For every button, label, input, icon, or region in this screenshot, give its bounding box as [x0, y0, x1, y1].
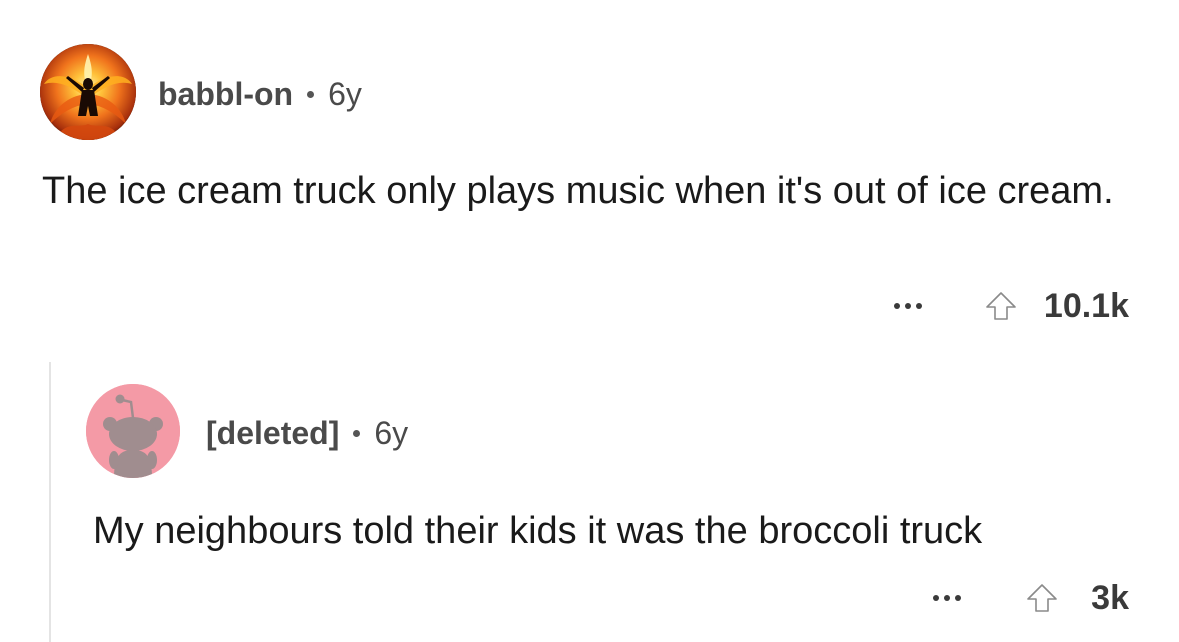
reply-age: 6y [374, 414, 409, 451]
upvote-arrow-icon[interactable] [1025, 581, 1059, 615]
comment-header: babbl-on 6y [158, 72, 362, 116]
more-options-icon[interactable] [890, 299, 926, 313]
reply-body: My neighbours told their kids it was the… [93, 510, 983, 552]
username[interactable]: babbl-on [158, 76, 293, 113]
phoenix-avatar-icon [40, 44, 136, 140]
comment-age: 6y [328, 75, 362, 112]
comment: babbl-on 6y The ice cream truck only pla… [0, 0, 1179, 350]
reply-vote-score: 3k [1091, 578, 1129, 617]
upvote-arrow-icon[interactable] [984, 289, 1018, 323]
comment-actions: 10.1k [890, 284, 1129, 328]
separator-dot [353, 429, 361, 437]
user-avatar[interactable] [40, 44, 136, 140]
vote-score: 10.1k [1043, 286, 1129, 325]
reply-avatar[interactable] [86, 384, 180, 478]
comment-body: The ice cream truck only plays music whe… [42, 170, 1114, 212]
reply-username: [deleted] [206, 414, 340, 451]
more-options-icon[interactable] [929, 591, 965, 605]
reply-header: [deleted] 6y [206, 411, 408, 455]
separator-dot [307, 90, 315, 98]
snoo-avatar-icon [86, 384, 180, 478]
reply-actions: 3k [929, 576, 1129, 620]
thread-line[interactable] [49, 362, 51, 642]
